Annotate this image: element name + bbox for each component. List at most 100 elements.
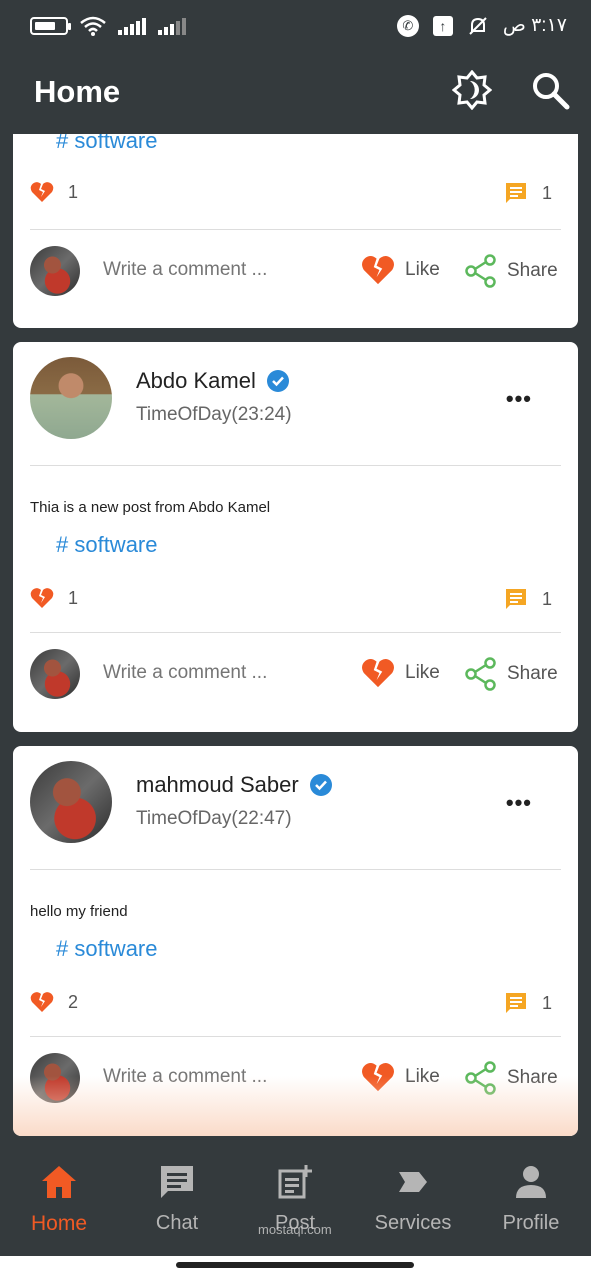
like-count-value: 1 xyxy=(68,181,79,202)
label-icon xyxy=(399,1172,427,1192)
avatar[interactable] xyxy=(30,649,80,699)
broken-heart-icon xyxy=(362,1062,394,1092)
comment-icon xyxy=(505,183,526,203)
like-label: Like xyxy=(405,662,440,683)
comment-input[interactable] xyxy=(103,1066,303,1088)
broken-heart-icon xyxy=(30,992,54,1012)
brightness-button[interactable] xyxy=(451,69,493,111)
comment-count-value: 1 xyxy=(541,182,552,203)
avatar[interactable] xyxy=(30,1053,80,1103)
nav-item-home[interactable]: Home xyxy=(0,1160,118,1236)
nav-item-services[interactable]: Services xyxy=(354,1160,472,1235)
avatar[interactable] xyxy=(30,761,112,843)
avatar[interactable] xyxy=(30,246,80,296)
like-button[interactable]: Like xyxy=(361,254,440,286)
broken-heart-icon xyxy=(30,182,54,202)
post-text: hello my friend xyxy=(30,903,128,920)
divider xyxy=(30,869,561,870)
comment-icon xyxy=(505,993,526,1013)
like-label: Like xyxy=(405,1066,440,1087)
post-card: Abdo Kamel TimeOfDay(23:24) ••• Thia is … xyxy=(13,342,578,732)
verified-icon xyxy=(309,774,332,796)
page-title: Home xyxy=(34,74,121,109)
system-nav-bar xyxy=(0,1256,591,1280)
author-row: Abdo Kamel xyxy=(136,368,290,394)
post-add-icon xyxy=(278,1165,312,1199)
status-bar: ✆ ↑ ٣:١٧ ص xyxy=(0,0,591,56)
post-card: mahmoud Saber TimeOfDay(22:47) ••• hello… xyxy=(13,746,578,1136)
avatar[interactable] xyxy=(30,357,112,439)
share-label: Share xyxy=(507,260,558,281)
share-button[interactable]: Share xyxy=(465,657,558,691)
phone-icon: ✆ xyxy=(396,14,419,37)
status-time: ٣:١٧ ص xyxy=(502,15,567,36)
post-time: TimeOfDay(23:24) xyxy=(136,404,292,425)
divider xyxy=(30,229,561,230)
share-icon xyxy=(465,657,496,691)
search-icon xyxy=(533,73,570,110)
like-count: 2 xyxy=(30,991,78,1013)
share-icon xyxy=(465,254,496,288)
app-bar: Home xyxy=(0,56,591,134)
share-label: Share xyxy=(507,663,558,684)
author-name[interactable]: mahmoud Saber xyxy=(136,772,299,798)
divider xyxy=(30,1036,561,1037)
like-button[interactable]: Like xyxy=(361,1061,440,1093)
post-text: Thia is a new post from Abdo Kamel xyxy=(30,499,271,516)
comment-count: 1 xyxy=(504,181,552,205)
verified-icon xyxy=(266,370,289,392)
comment-input[interactable] xyxy=(103,259,303,281)
author-row: mahmoud Saber xyxy=(136,772,333,798)
nav-label: Chat xyxy=(155,1212,199,1234)
upload-icon: ↑ xyxy=(432,15,453,36)
bottom-nav: Home Chat Post Services Profile xyxy=(0,1148,591,1256)
comment-icon xyxy=(505,589,526,609)
search-button[interactable] xyxy=(530,70,570,110)
post-feed[interactable]: # software 1 1 Like Share Abdo Kamel Tim… xyxy=(0,134,591,1148)
mute-bell-icon xyxy=(469,16,487,35)
post-hashtag[interactable]: # software xyxy=(56,134,158,154)
more-options-button[interactable]: ••• xyxy=(506,792,532,814)
comment-count-value: 1 xyxy=(541,588,552,609)
signal-icon xyxy=(158,17,186,35)
share-button[interactable]: Share xyxy=(465,254,558,288)
broken-heart-icon xyxy=(362,255,394,285)
like-count: 1 xyxy=(30,587,78,609)
signal-icon xyxy=(118,17,146,35)
more-options-button[interactable]: ••• xyxy=(506,388,532,410)
nav-label: Home xyxy=(30,1212,88,1235)
home-icon xyxy=(42,1166,76,1198)
share-button[interactable]: Share xyxy=(465,1061,558,1095)
broken-heart-icon xyxy=(362,658,394,688)
like-label: Like xyxy=(405,259,440,280)
like-count-value: 2 xyxy=(68,991,79,1012)
divider xyxy=(30,632,561,633)
person-icon xyxy=(516,1166,546,1198)
share-label: Share xyxy=(507,1067,558,1088)
nav-label: Profile xyxy=(502,1212,560,1234)
brightness-icon xyxy=(451,69,493,111)
chat-icon xyxy=(161,1166,193,1198)
nav-item-profile[interactable]: Profile xyxy=(472,1160,590,1235)
wifi-icon xyxy=(80,16,106,36)
like-count-value: 1 xyxy=(68,587,79,608)
like-count: 1 xyxy=(30,181,78,203)
nav-item-chat[interactable]: Chat xyxy=(118,1160,236,1235)
home-indicator[interactable] xyxy=(176,1262,414,1268)
post-card: # software 1 1 Like Share xyxy=(13,134,578,328)
post-hashtag[interactable]: # software xyxy=(56,532,158,558)
comment-count: 1 xyxy=(504,991,552,1015)
comment-count-value: 1 xyxy=(541,992,552,1013)
nav-label: Services xyxy=(374,1212,452,1234)
broken-heart-icon xyxy=(30,588,54,608)
like-button[interactable]: Like xyxy=(361,657,440,689)
post-time: TimeOfDay(22:47) xyxy=(136,808,292,829)
comment-count: 1 xyxy=(504,587,552,611)
author-name[interactable]: Abdo Kamel xyxy=(136,368,256,394)
post-hashtag[interactable]: # software xyxy=(56,936,158,962)
divider xyxy=(30,465,561,466)
comment-input[interactable] xyxy=(103,662,303,684)
watermark: mostaql.com xyxy=(258,1222,332,1237)
share-icon xyxy=(465,1061,496,1095)
battery-icon xyxy=(30,17,71,35)
